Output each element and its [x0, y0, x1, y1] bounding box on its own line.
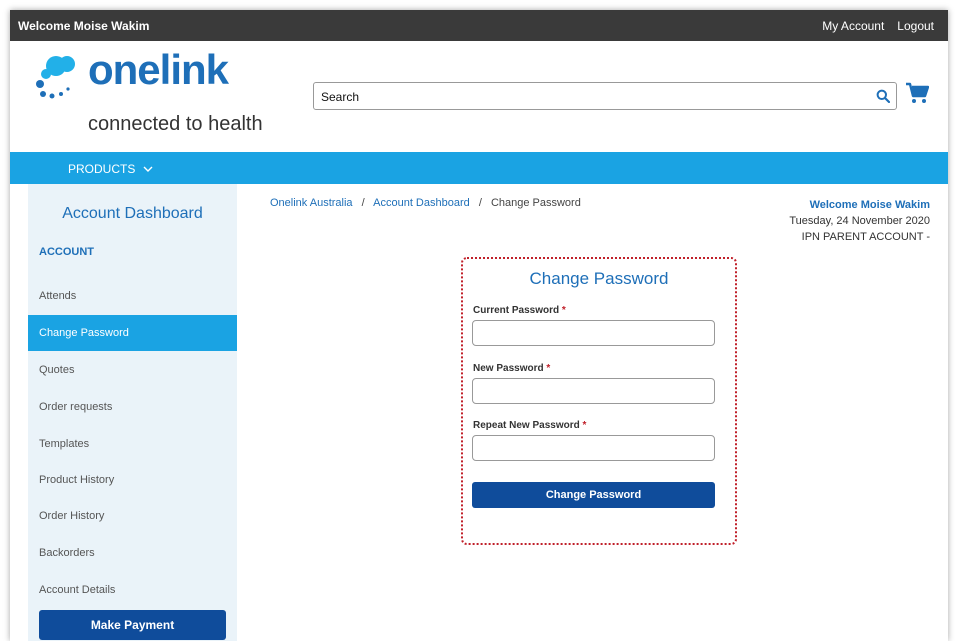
sidebar-item-product-history[interactable]: Product History	[28, 462, 237, 498]
sidebar-item-backorders[interactable]: Backorders	[28, 535, 237, 571]
repeat-password-label-text: Repeat New Password	[473, 420, 580, 431]
current-password-field[interactable]	[472, 320, 715, 346]
sidebar-item-order-history[interactable]: Order History	[28, 498, 237, 534]
required-mark: *	[582, 420, 587, 431]
account-info: Welcome Moise Wakim Tuesday, 24 November…	[789, 197, 930, 245]
sidebar-item-quotes[interactable]: Quotes	[28, 352, 237, 388]
current-password-label: Current Password *	[473, 305, 566, 316]
new-password-field[interactable]	[472, 378, 715, 404]
account-welcome-name: Welcome Moise Wakim	[809, 199, 930, 211]
make-payment-button[interactable]: Make Payment	[39, 610, 226, 640]
sidebar-item-templates[interactable]: Templates	[28, 426, 237, 462]
browser-page: Welcome Moise Wakim My Account Logout on…	[10, 10, 948, 641]
products-menu[interactable]: PRODUCTS	[68, 162, 153, 176]
breadcrumb-home[interactable]: Onelink Australia	[270, 197, 353, 209]
sidebar-section-account: ACCOUNT	[39, 246, 94, 258]
sidebar-item-attends[interactable]: Attends	[28, 278, 237, 314]
sidebar-item-change-password[interactable]: Change Password	[28, 315, 237, 351]
breadcrumb-separator: /	[478, 197, 482, 209]
logo-word: onelink	[88, 46, 229, 93]
sidebar-item-account-details[interactable]: Account Details	[28, 572, 237, 608]
logout-link[interactable]: Logout	[897, 19, 934, 33]
search-icon[interactable]	[876, 89, 891, 108]
my-account-link[interactable]: My Account	[822, 19, 884, 33]
logo-tagline: connected to health	[88, 113, 263, 135]
new-password-label-text: New Password	[473, 363, 544, 374]
repeat-password-field[interactable]	[472, 435, 715, 461]
account-sidebar: Account Dashboard ACCOUNT Attends Change…	[28, 184, 237, 641]
account-date: Tuesday, 24 November 2020	[789, 215, 930, 227]
cart-icon[interactable]	[905, 82, 930, 109]
products-nav-bar: PRODUCTS	[10, 152, 948, 184]
change-password-button[interactable]: Change Password	[472, 482, 715, 508]
breadcrumb-separator: /	[361, 197, 365, 209]
search-placeholder: Search	[321, 90, 360, 104]
sidebar-item-order-requests[interactable]: Order requests	[28, 389, 237, 425]
top-links: My Account Logout	[822, 19, 934, 33]
onelink-logo[interactable]: onelink connected to health	[34, 46, 264, 147]
repeat-password-label: Repeat New Password *	[473, 420, 586, 431]
chevron-down-icon	[143, 166, 153, 172]
form-title: Change Password	[529, 269, 669, 288]
current-password-label-text: Current Password	[473, 305, 560, 316]
welcome-text: Welcome Moise Wakim	[18, 19, 150, 33]
products-label: PRODUCTS	[68, 162, 136, 176]
breadcrumb-current: Change Password	[490, 197, 581, 209]
account-name: IPN PARENT ACCOUNT -	[801, 231, 930, 243]
required-mark: *	[546, 363, 551, 374]
sidebar-title: Account Dashboard	[62, 205, 203, 222]
top-bar: Welcome Moise Wakim My Account Logout	[10, 10, 948, 41]
change-password-form: Change Password Current Password * New P…	[461, 257, 737, 545]
logo-dots-icon	[36, 56, 75, 99]
search-input[interactable]: Search	[313, 82, 897, 110]
new-password-label: New Password *	[473, 363, 550, 374]
breadcrumb-dashboard[interactable]: Account Dashboard	[373, 197, 470, 209]
required-mark: *	[561, 305, 566, 316]
breadcrumb: Onelink Australia / Account Dashboard / …	[270, 197, 581, 209]
